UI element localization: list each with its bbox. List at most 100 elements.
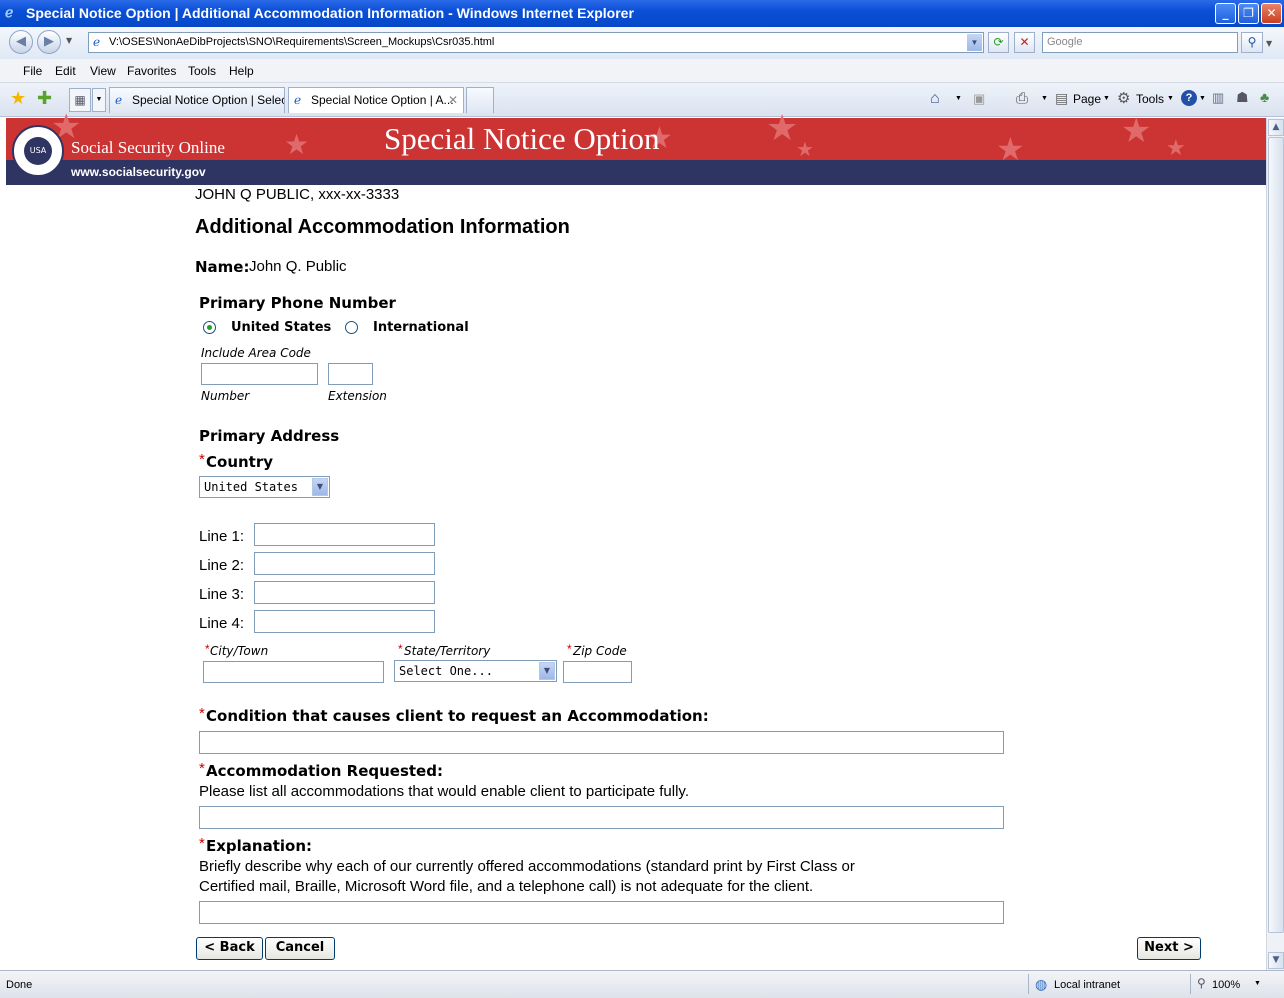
menu-file[interactable]: File [23,64,42,78]
menu-favorites[interactable]: Favorites [127,64,176,78]
research-icon[interactable]: ▥ [1212,90,1224,106]
tab-accommodation[interactable]: ℯ Special Notice Option | A... ✕ [288,87,464,113]
address-input[interactable]: ℯ V:\OSES\NonAeDibProjects\SNO\Requireme… [88,32,984,53]
vertical-scrollbar[interactable]: ▲ ▼ [1266,118,1284,970]
address-heading: Primary Address [199,427,340,445]
window-title: Special Notice Option | Additional Accom… [26,5,634,21]
tab-toolbar: ★ ✚ ▦ ▼ ℯ Special Notice Option | Select… [0,83,1284,117]
scroll-thumb[interactable] [1268,137,1284,933]
radio-us[interactable] [203,321,216,334]
menu-help[interactable]: Help [229,64,254,78]
scroll-down-icon[interactable]: ▼ [1268,952,1284,969]
client-line: JOHN Q PUBLIC, xxx-xx-3333 [195,186,400,203]
refresh-icon[interactable]: ⟳ [988,32,1009,53]
area-code-hint: Include Area Code [201,346,311,360]
line2-input[interactable] [254,552,435,575]
print-dropdown-icon[interactable]: ▼ [1041,95,1048,102]
page-dropdown-icon[interactable]: ▼ [1103,95,1110,102]
address-url: V:\OSES\NonAeDibProjects\SNO\Requirement… [109,36,495,48]
ssa-seal-logo[interactable]: USA [12,125,64,177]
page-menu-icon[interactable]: ▤ [1055,90,1068,107]
status-bar: Done ◍ Local intranet ⚲ 100% ▼ [0,970,1284,998]
tools-dropdown-icon[interactable]: ▼ [1167,95,1174,102]
tab-page-icon: ℯ [115,93,123,107]
extension-label: Extension [328,389,387,403]
favorites-star-icon[interactable]: ★ [10,88,26,109]
zoom-dropdown-icon[interactable]: ▼ [1254,980,1261,987]
next-button[interactable]: Next > [1137,937,1201,960]
tab-list-dropdown-icon[interactable]: ▼ [92,88,106,112]
page-menu[interactable]: Page [1073,92,1101,106]
page-title: Additional Accommodation Information [195,216,570,238]
history-dropdown-icon[interactable]: ▼ [66,36,72,45]
radio-us-label[interactable]: United States [231,320,331,335]
condition-label: Condition that causes client to request … [206,707,709,725]
cancel-button[interactable]: Cancel [265,937,335,960]
state-select[interactable]: Select One... ▼ [394,660,557,682]
star-icon: ★ [1121,111,1152,151]
condition-input[interactable] [199,731,1004,754]
gear-icon[interactable]: ⚙ [1117,89,1130,107]
help-dropdown-icon[interactable]: ▼ [1199,95,1206,102]
banner-brand[interactable]: Social Security Online [71,138,225,158]
name-label: Name: [195,258,250,276]
phone-extension-input[interactable] [328,363,373,385]
ssa-banner: ★ ★ ★ ★ ★ ★ ★ ★ Special Notice Option So… [6,110,1266,185]
address-dropdown-icon[interactable]: ▼ [967,34,982,51]
messenger-icon[interactable]: ☗ [1236,89,1249,106]
new-tab-button[interactable] [466,87,494,113]
maximize-button[interactable]: ❐ [1238,3,1259,24]
tools-menu[interactable]: Tools [1136,92,1164,106]
chevron-down-icon: ▼ [539,662,555,680]
home-dropdown-icon[interactable]: ▼ [955,95,962,102]
search-icon[interactable]: ⚲ [1241,32,1263,53]
close-tab-icon[interactable]: ✕ [448,88,458,112]
print-icon[interactable]: ⎙ [1016,90,1028,107]
line3-label: Line 3: [199,586,245,603]
stop-icon[interactable]: ✕ [1014,32,1035,53]
security-zone[interactable]: Local intranet [1054,979,1120,991]
banner-url[interactable]: www.socialsecurity.gov [71,165,206,179]
line4-label: Line 4: [199,615,245,632]
help-icon[interactable]: ? [1181,90,1197,106]
menu-edit[interactable]: Edit [55,64,76,78]
back-button[interactable]: < Back [196,937,263,960]
zoom-icon[interactable]: ⚲ [1197,976,1206,990]
required-mark: * [199,705,205,722]
extension-icon[interactable]: ♣ [1260,89,1269,105]
star-icon: ★ [284,128,310,161]
accommodation-input[interactable] [199,806,1004,829]
globe-icon: ◍ [1035,976,1048,992]
zoom-level[interactable]: 100% [1212,979,1240,991]
line4-input[interactable] [254,610,435,633]
search-input[interactable]: Google [1042,32,1238,53]
tab-accommodation-label: Special Notice Option | A... [311,93,454,107]
city-input[interactable] [203,661,384,683]
zip-label: Zip Code [573,644,627,658]
phone-number-input[interactable] [201,363,318,385]
radio-international[interactable] [345,321,358,334]
close-window-button[interactable]: ✕ [1261,3,1282,24]
radio-international-label[interactable]: International [373,320,469,335]
tab-select[interactable]: ℯ Special Notice Option | Select... [109,87,285,113]
banner-blue-band: www.socialsecurity.gov [6,160,1266,185]
feeds-icon[interactable]: ▣ [973,91,985,107]
line1-input[interactable] [254,523,435,546]
minimize-button[interactable]: _ [1215,3,1236,24]
home-icon[interactable]: ⌂ [930,90,940,108]
back-nav-button[interactable]: ◀ [9,30,33,54]
line3-input[interactable] [254,581,435,604]
status-divider [1190,974,1191,994]
add-favorite-icon[interactable]: ✚ [37,88,52,109]
explanation-input[interactable] [199,901,1004,924]
country-select[interactable]: United States ▼ [199,476,330,498]
zip-input[interactable] [563,661,632,683]
search-options-icon[interactable]: ▼ [1266,39,1272,48]
menu-tools[interactable]: Tools [188,64,216,78]
scroll-up-icon[interactable]: ▲ [1268,119,1284,136]
accommodation-help: Please list all accommodations that woul… [199,783,689,800]
chevron-down-icon: ▼ [312,478,328,496]
menu-view[interactable]: View [90,64,116,78]
state-label: State/Territory [404,644,491,658]
forward-nav-button[interactable]: ▶ [37,30,61,54]
